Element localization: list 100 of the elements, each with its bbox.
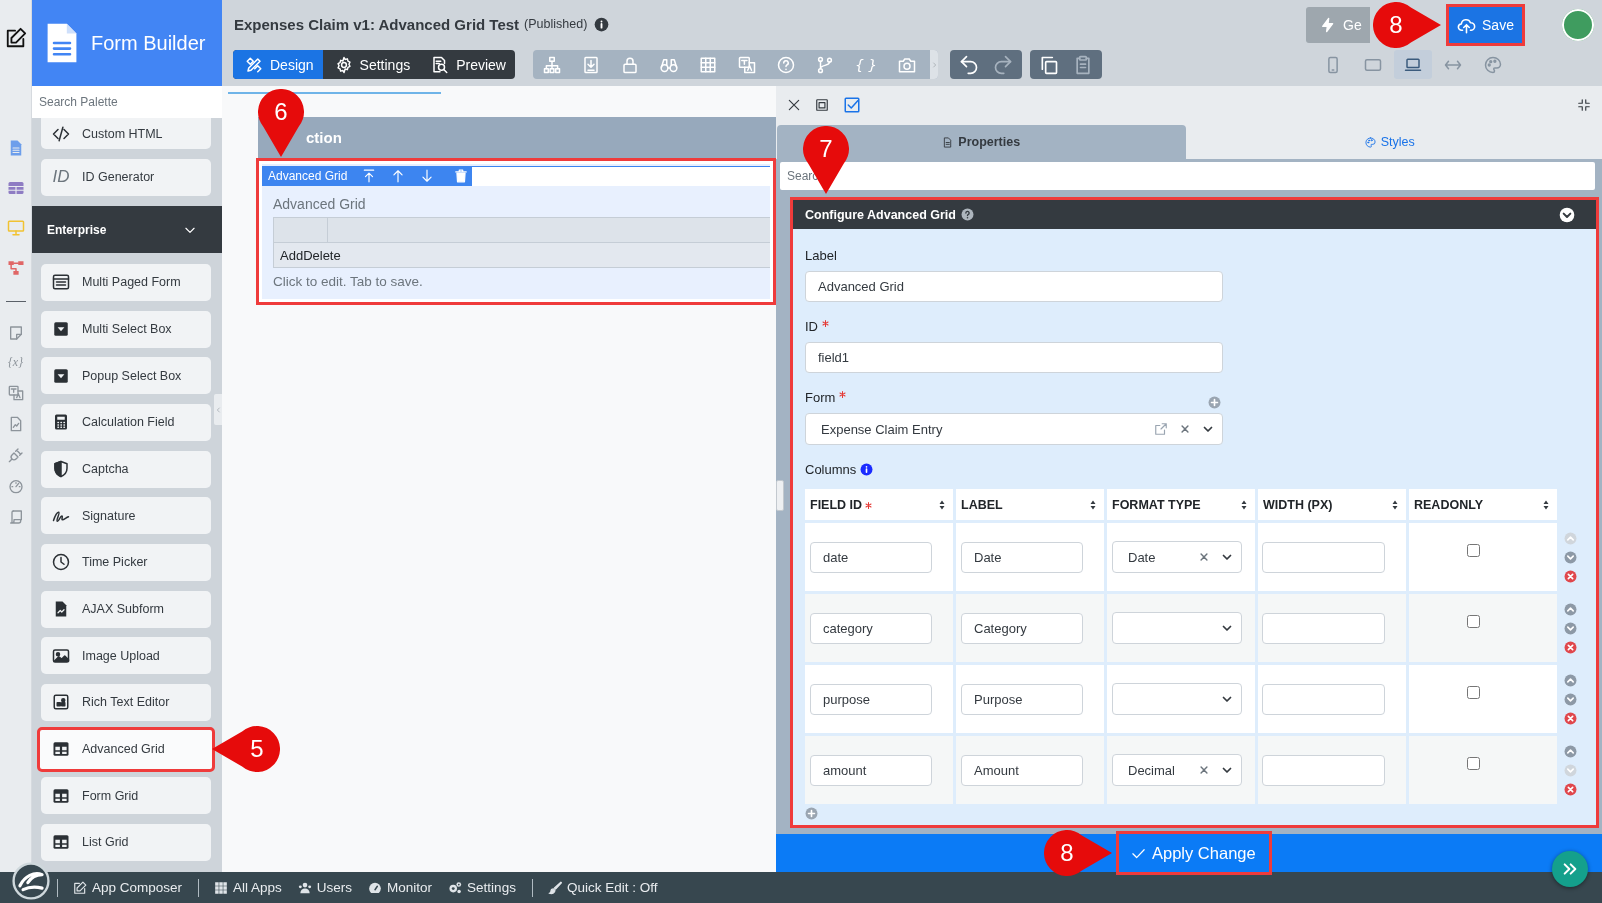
monitor-icon[interactable] <box>6 219 25 237</box>
close-icon[interactable] <box>787 98 801 112</box>
help-icon[interactable] <box>777 55 795 74</box>
logo-icon[interactable] <box>12 862 50 900</box>
select-field[interactable] <box>1112 683 1242 715</box>
checkbox[interactable] <box>1467 757 1480 770</box>
chevron-down-circle-icon[interactable] <box>1563 692 1577 706</box>
flowchart-icon[interactable] <box>6 259 25 277</box>
note-icon[interactable] <box>7 325 24 341</box>
checkbox[interactable] <box>1467 615 1480 628</box>
chevron-down-circle-icon[interactable] <box>1563 550 1577 564</box>
palette-item[interactable]: Image Upload <box>41 637 211 675</box>
column-header[interactable]: FORMAT TYPE <box>1107 489 1255 520</box>
palette-item[interactable]: Multi Paged Form <box>41 263 211 301</box>
external-link-icon[interactable] <box>1154 422 1168 436</box>
apply-button[interactable]: Apply Change <box>1116 831 1272 875</box>
arrow-to-top-icon[interactable] <box>362 169 377 183</box>
panel-header[interactable]: Configure Advanced Grid <box>793 200 1596 229</box>
window-icon[interactable] <box>815 98 829 112</box>
palette-item[interactable]: Signature <box>41 497 211 535</box>
select-field[interactable]: Expense Claim Entry <box>805 413 1223 445</box>
palette-item[interactable]: Rich Text Editor <box>41 683 211 721</box>
arrow-down-icon[interactable] <box>420 169 435 183</box>
text-field[interactable]: amount <box>810 754 932 786</box>
checkbox[interactable] <box>1467 544 1480 557</box>
remove-icon[interactable] <box>1563 569 1577 583</box>
remove-icon[interactable] <box>1563 640 1577 654</box>
clear-icon[interactable] <box>1199 765 1209 775</box>
download-icon[interactable] <box>582 55 600 74</box>
text-field[interactable] <box>1262 541 1385 573</box>
lock-icon[interactable] <box>621 55 639 74</box>
column-header[interactable]: FIELD ID <box>805 489 953 520</box>
column-header[interactable]: LABEL <box>956 489 1104 520</box>
palette-item[interactable]: Multi Select Box <box>41 310 211 348</box>
chevron-up-circle-icon[interactable] <box>1563 744 1577 758</box>
column-header[interactable]: WIDTH (PX) <box>1258 489 1406 520</box>
checkbox-icon[interactable] <box>843 96 861 114</box>
palette-item[interactable]: Custom HTML <box>41 118 211 149</box>
laptop-icon[interactable] <box>1394 50 1432 79</box>
text-field[interactable] <box>1262 683 1385 715</box>
select-field[interactable] <box>1112 612 1242 644</box>
text-field[interactable]: field1 <box>805 342 1223 373</box>
footer-link[interactable]: Users <box>297 880 353 895</box>
checkbox[interactable] <box>1467 686 1480 699</box>
info-icon[interactable] <box>594 16 610 32</box>
scroll-icon[interactable] <box>7 509 24 525</box>
text-field[interactable]: Category <box>961 612 1083 644</box>
chevron-down-circle-icon[interactable] <box>1563 621 1577 635</box>
pencil-square-icon[interactable] <box>4 27 27 49</box>
resize-handle[interactable] <box>776 480 784 511</box>
palette-item[interactable]: AJAX Subform <box>41 590 211 628</box>
palette-item[interactable]: Popup Select Box <box>41 357 211 395</box>
plus-circle-icon[interactable] <box>1208 396 1221 409</box>
palette-icon[interactable] <box>1484 55 1502 74</box>
mode-tab[interactable]: Design <box>233 50 323 79</box>
branch-icon[interactable] <box>816 55 834 74</box>
grid-icon[interactable] <box>699 55 717 74</box>
text-field[interactable]: Date <box>961 541 1083 573</box>
mode-tab[interactable]: Settings <box>322 50 420 79</box>
panel-tab[interactable]: Styles <box>1185 125 1594 159</box>
trash-icon[interactable] <box>454 169 469 183</box>
palette-item[interactable]: ID ID Generator <box>41 158 211 196</box>
text-field[interactable]: date <box>810 541 932 573</box>
clear-icon[interactable] <box>1180 424 1190 434</box>
text-field[interactable]: Purpose <box>961 683 1083 715</box>
select-field[interactable]: Decimal <box>1112 754 1242 786</box>
clear-icon[interactable] <box>1199 552 1209 562</box>
info-icon[interactable] <box>860 463 874 476</box>
mode-tab[interactable]: Preview <box>419 50 515 79</box>
chevron-up-circle-icon[interactable] <box>1563 602 1577 616</box>
copy-icon[interactable] <box>1039 54 1060 75</box>
footer-link[interactable]: Monitor <box>368 880 433 895</box>
table-icon[interactable] <box>6 179 25 197</box>
camera-icon[interactable] <box>898 55 917 74</box>
remove-icon[interactable] <box>1563 711 1577 725</box>
palette-item[interactable]: Form Grid <box>41 777 211 815</box>
plus-circle-icon[interactable] <box>805 807 818 820</box>
sitemap-icon[interactable] <box>543 55 561 74</box>
text-field[interactable]: purpose <box>810 683 932 715</box>
palette-item[interactable]: Advanced Grid <box>37 726 215 772</box>
save-button[interactable]: Save <box>1446 4 1525 46</box>
collapse-handle[interactable] <box>214 394 222 425</box>
footer-link[interactable]: App Composer <box>73 880 183 895</box>
chevron-up-circle-icon[interactable] <box>1563 673 1577 687</box>
text-field[interactable]: Amount <box>961 754 1083 786</box>
palette-item[interactable]: Captcha <box>41 450 211 488</box>
compress-icon[interactable] <box>1577 98 1591 112</box>
grid-element[interactable]: Advanced Grid Advanced Grid AddDelete Click to edit. Tab to save. <box>256 158 776 305</box>
arrow-up-icon[interactable] <box>391 169 406 183</box>
plug-icon[interactable] <box>7 447 24 463</box>
search-field[interactable]: Search Palette <box>32 86 222 118</box>
remove-icon[interactable] <box>1563 782 1577 796</box>
translate-icon[interactable] <box>7 385 24 401</box>
text-field[interactable] <box>1262 612 1385 644</box>
section-header[interactable]: Enterprise <box>32 206 222 254</box>
text-field[interactable]: Advanced Grid <box>805 271 1223 302</box>
footer-link[interactable]: Settings <box>448 880 516 895</box>
translate-icon[interactable] <box>738 55 756 74</box>
footer-link[interactable]: Quick Edit : Off <box>547 880 658 895</box>
palette-item[interactable]: Calculation Field <box>41 403 211 441</box>
